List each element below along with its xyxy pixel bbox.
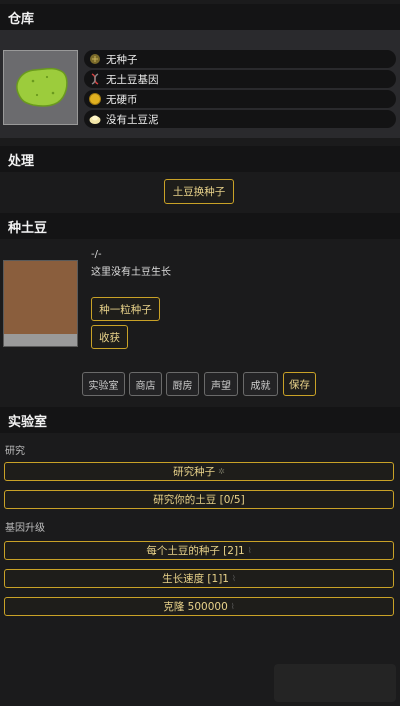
inventory-item-coins: 无硬币 [84, 90, 396, 108]
process-header: 处理 [0, 146, 400, 172]
dna-icon: ⌇ [230, 602, 235, 611]
tab-kitchen[interactable]: 厨房 [166, 372, 199, 396]
warehouse-title: 仓库 [8, 11, 35, 27]
tab-reputation[interactable]: 声望 [204, 372, 238, 396]
plant-message: 这里没有土豆生长 [91, 267, 171, 278]
research-potato-button[interactable]: 研究你的土豆 [0/5] [4, 490, 394, 509]
watermark [274, 664, 396, 702]
inventory-list: 无种子 无土豆基因 无硬币 没有土豆泥 [84, 50, 396, 130]
save-button[interactable]: 保存 [283, 372, 316, 396]
coin-icon [88, 93, 101, 106]
research-potato-label: 研究你的土豆 [0/5] [153, 494, 245, 506]
plant-seed-button[interactable]: 种一粒种子 [91, 297, 160, 321]
lab-header: 实验室 [0, 407, 400, 433]
inventory-item-genes: 无土豆基因 [84, 70, 396, 88]
warehouse-panel: 无种子 无土豆基因 无硬币 没有土豆泥 [0, 30, 400, 138]
plant-header: 种土豆 [0, 213, 400, 239]
potato-field [3, 260, 78, 347]
warehouse-header: 仓库 [0, 4, 400, 30]
clone-button[interactable]: 克隆 500000 ⌇ [4, 597, 394, 616]
research-seeds-button[interactable]: 研究种子 ✲ [4, 462, 394, 481]
exchange-seeds-button[interactable]: 土豆换种子 [164, 179, 234, 204]
mash-icon [88, 113, 101, 126]
clone-label: 克隆 500000 [163, 601, 228, 613]
lab-title: 实验室 [8, 414, 48, 430]
dna-icon: ⌇ [247, 546, 252, 555]
process-title: 处理 [8, 153, 35, 169]
inventory-item-mash: 没有土豆泥 [84, 110, 396, 128]
research-label: 研究 [5, 446, 25, 457]
harvest-button[interactable]: 收获 [91, 325, 128, 349]
tab-lab[interactable]: 实验室 [82, 372, 125, 396]
growth-progress-bar [4, 334, 77, 346]
seed-icon: ✲ [218, 467, 225, 476]
growth-speed-button[interactable]: 生长速度 [1]1 ⌇ [4, 569, 394, 588]
plant-title: 种土豆 [8, 220, 48, 236]
plant-status: -/- [91, 249, 102, 260]
seeds-per-potato-label: 每个土豆的种子 [2]1 [146, 545, 245, 557]
dna-icon [88, 73, 101, 86]
seed-icon [88, 53, 101, 66]
growth-speed-label: 生长速度 [1]1 [162, 573, 229, 585]
potato-icon [16, 67, 68, 107]
inventory-item-seeds: 无种子 [84, 50, 396, 68]
research-seeds-label: 研究种子 [173, 466, 216, 478]
dna-icon: ⌇ [232, 574, 236, 583]
gene-upgrade-label: 基因升级 [5, 523, 45, 534]
potato-image [3, 50, 78, 125]
seeds-per-potato-button[interactable]: 每个土豆的种子 [2]1 ⌇ [4, 541, 394, 560]
tab-achievements[interactable]: 成就 [243, 372, 278, 396]
tab-shop[interactable]: 商店 [129, 372, 162, 396]
